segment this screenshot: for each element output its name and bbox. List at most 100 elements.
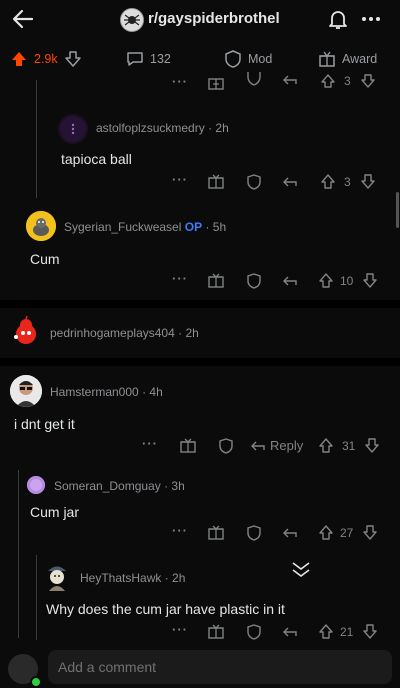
comment-meta: astolfoplzsuckmedry · 2h	[96, 121, 229, 135]
post-score: 2.9k	[34, 52, 58, 66]
username[interactable]: pedrinhogameplays404	[50, 326, 175, 340]
award-label: Award	[342, 52, 378, 66]
comment-actions: ··· 27	[0, 523, 400, 541]
award-icon[interactable]	[208, 76, 224, 90]
vote-count: 21	[340, 625, 354, 639]
more-options-icon[interactable]: ···	[172, 172, 188, 187]
scrollbar[interactable]	[396, 192, 399, 228]
avatar[interactable]	[10, 375, 42, 407]
reply-button[interactable]: Reply	[250, 438, 303, 453]
award-icon[interactable]	[208, 624, 224, 639]
comment-bubble-icon	[126, 50, 144, 68]
reply-arrow-icon[interactable]	[282, 74, 298, 88]
thread-separator	[0, 300, 400, 308]
shield-icon[interactable]	[246, 174, 262, 190]
comment-actions: ··· 10	[0, 271, 400, 289]
award-icon[interactable]	[180, 438, 196, 453]
shield-icon[interactable]	[246, 525, 262, 541]
comment-actions: ··· Reply 31	[0, 436, 400, 454]
shield-icon	[224, 50, 242, 68]
more-options-icon[interactable]	[360, 10, 382, 28]
timestamp: · 2h	[178, 326, 199, 340]
username[interactable]: Someran_Domguay	[54, 479, 161, 493]
mod-button[interactable]: Mod	[224, 50, 272, 68]
comment-text: Why does the cum jar have plastic in it	[46, 601, 285, 617]
mod-label: Mod	[248, 52, 273, 66]
back-arrow-icon[interactable]	[10, 6, 36, 32]
downvote-icon[interactable]	[360, 174, 376, 189]
more-options-icon[interactable]: ···	[172, 622, 188, 637]
op-badge: OP	[184, 220, 203, 234]
timestamp: · 4h	[142, 385, 163, 399]
more-options-icon[interactable]: ···	[172, 74, 188, 89]
award-icon[interactable]	[208, 273, 224, 288]
subreddit-avatar[interactable]	[120, 8, 144, 32]
post-action-bar: 2.9k 132 Mod Award	[0, 44, 400, 74]
vote-count: 31	[342, 439, 356, 453]
comment-meta: HeyThatsHawk · 2h	[80, 571, 185, 585]
reply-arrow-icon[interactable]	[282, 174, 298, 189]
avatar[interactable]	[44, 563, 70, 591]
avatar[interactable]	[27, 476, 45, 494]
comment-actions: ··· 3	[0, 72, 400, 92]
award-icon[interactable]	[208, 174, 224, 189]
upvote-icon[interactable]	[318, 438, 334, 453]
upvote-icon[interactable]	[318, 624, 334, 639]
more-options-icon[interactable]: ···	[172, 271, 188, 286]
upvote-icon[interactable]	[320, 74, 336, 88]
shield-icon[interactable]	[246, 624, 262, 640]
upvote-icon[interactable]	[320, 174, 336, 189]
add-comment-placeholder: Add a comment	[58, 659, 157, 675]
avatar[interactable]	[58, 114, 88, 144]
online-status-dot	[30, 676, 42, 688]
reply-arrow-icon	[251, 441, 265, 451]
avatar[interactable]	[26, 211, 56, 241]
comment-meta: Sygerian_Fuckweasel OP · 5h	[64, 220, 226, 234]
comment-text: Cum jar	[30, 504, 80, 520]
vote-count: 3	[344, 74, 351, 88]
more-options-icon[interactable]: ···	[172, 523, 188, 538]
comment-meta: Hamsterman000 · 4h	[50, 385, 163, 399]
shield-icon[interactable]	[246, 273, 262, 289]
downvote-icon[interactable]	[362, 624, 378, 639]
downvote-icon[interactable]	[364, 438, 380, 453]
username[interactable]: Sygerian_Fuckweasel	[64, 220, 181, 234]
reply-arrow-icon[interactable]	[282, 525, 298, 540]
avatar[interactable]	[10, 315, 42, 347]
comment-actions: ··· 21	[0, 622, 400, 640]
post-vote-group: 2.9k	[10, 50, 82, 68]
reply-label: Reply	[270, 438, 304, 453]
vote-count: 10	[340, 274, 354, 288]
more-options-icon[interactable]: ···	[142, 436, 158, 451]
top-bar: r/gayspiderbrothel	[0, 0, 400, 40]
comment-text: i dnt get it	[14, 416, 75, 432]
timestamp: · 3h	[164, 479, 185, 493]
upvote-icon[interactable]	[318, 525, 334, 540]
downvote-icon[interactable]	[362, 525, 378, 540]
comment-meta: Someran_Domguay · 3h	[54, 479, 185, 493]
timestamp: · 5h	[205, 220, 227, 234]
username[interactable]: astolfoplzsuckmedry	[96, 121, 205, 135]
comments-button[interactable]: 132	[126, 50, 171, 68]
downvote-icon[interactable]	[362, 273, 378, 288]
username[interactable]: HeyThatsHawk	[80, 571, 161, 585]
downvote-icon[interactable]	[64, 50, 82, 68]
upvote-icon[interactable]	[318, 273, 334, 288]
shield-icon[interactable]	[218, 438, 234, 454]
collapse-chevron-icon[interactable]	[290, 560, 312, 580]
reply-arrow-icon[interactable]	[282, 273, 298, 288]
upvote-icon[interactable]	[10, 50, 28, 68]
comment-actions: ··· 3	[0, 172, 400, 190]
add-comment-input[interactable]: Add a comment	[48, 650, 392, 684]
award-icon	[318, 50, 336, 68]
reply-arrow-icon[interactable]	[282, 624, 298, 639]
subreddit-name[interactable]: r/gayspiderbrothel	[148, 10, 280, 27]
comment-text: Cum	[30, 251, 60, 267]
award-icon[interactable]	[208, 525, 224, 540]
bell-icon[interactable]	[326, 7, 350, 31]
award-button[interactable]: Award	[318, 50, 377, 68]
downvote-icon[interactable]	[360, 74, 376, 88]
vote-count: 3	[344, 175, 351, 189]
shield-icon[interactable]	[246, 72, 262, 86]
username[interactable]: Hamsterman000	[50, 385, 139, 399]
